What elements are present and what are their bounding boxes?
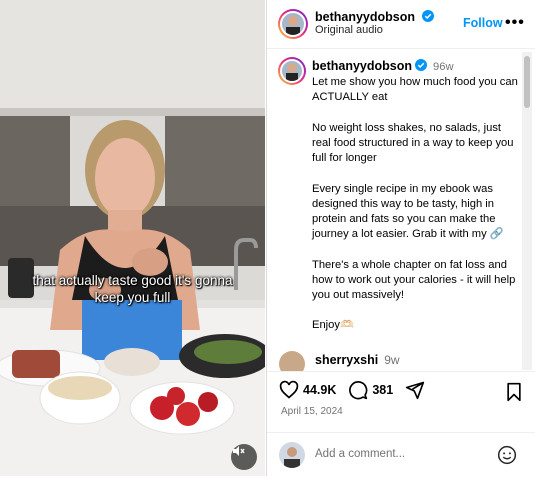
like-count[interactable]: 44.9K — [303, 383, 336, 397]
post-header: bethanyydobson Original audio Follow ••• — [267, 0, 535, 49]
header-username[interactable]: bethanyydobson — [315, 10, 434, 24]
caption-time[interactable]: 96w — [433, 61, 454, 73]
verified-badge-icon — [421, 10, 434, 22]
add-comment-bar: Add a comment... — [267, 432, 535, 477]
caption-username[interactable]: bethanyydobson — [312, 59, 412, 73]
action-row: 44.9K 381 — [279, 380, 425, 400]
emoji-icon[interactable] — [497, 445, 517, 465]
profile-photo-icon — [286, 16, 300, 35]
current-user-avatar — [279, 442, 305, 468]
share-icon[interactable] — [405, 380, 425, 400]
heart-icon[interactable] — [279, 380, 299, 400]
story-ring[interactable] — [278, 9, 308, 39]
caption-paragraph: Let me show you how much food you can AC… — [312, 76, 518, 104]
header-text: bethanyydobson Original audio — [315, 10, 434, 36]
audio-label[interactable]: Original audio — [315, 24, 434, 36]
user-photo-icon — [284, 447, 300, 468]
more-options-icon[interactable]: ••• — [505, 14, 525, 32]
caption-avatar-ring[interactable] — [278, 57, 306, 85]
comment-header: sherryxshi 9w — [315, 353, 400, 367]
caption-paragraph: Enjoy🫶🏻 — [312, 319, 354, 332]
video-player[interactable]: that actually taste good it's gonna keep… — [0, 0, 265, 476]
action-bar: 44.9K 381 April 15, 2024 — [267, 371, 535, 432]
post-date: April 15, 2024 — [281, 406, 343, 417]
profile-photo-icon — [286, 63, 298, 81]
scrollbar-thumb[interactable] — [524, 56, 530, 108]
caption-paragraph: There's a whole chapter on fat loss and … — [312, 258, 516, 301]
post-caption: bethanyydobson 96w Let me show you how mu… — [312, 59, 522, 349]
caption-paragraph: Every single recipe in my ebook was desi… — [312, 182, 504, 241]
comment-time: 9w — [384, 353, 400, 367]
avatar — [280, 11, 306, 37]
follow-button[interactable]: Follow — [463, 16, 503, 30]
speaker-muted-icon — [233, 446, 245, 456]
video-subtitle: that actually taste good it's gonna keep… — [32, 273, 233, 305]
bookmark-icon[interactable] — [505, 382, 523, 402]
comment-input[interactable]: Add a comment... — [315, 448, 405, 460]
verified-badge-icon — [415, 59, 428, 71]
comment-count[interactable]: 381 — [372, 383, 393, 397]
comments-area: bethanyydobson 96w Let me show you how mu… — [267, 49, 527, 371]
comment-avatar[interactable] — [279, 351, 305, 371]
avatar — [280, 59, 304, 83]
caption-paragraph: No weight loss shakes, no salads, just r… — [312, 121, 514, 165]
comment-icon[interactable] — [348, 380, 368, 400]
scrollbar[interactable] — [522, 52, 532, 370]
post-panel: bethanyydobson Original audio Follow •••… — [266, 0, 535, 476]
video-frame — [0, 0, 265, 476]
mute-button[interactable] — [231, 444, 257, 470]
comment-username[interactable]: sherryxshi — [315, 353, 378, 367]
